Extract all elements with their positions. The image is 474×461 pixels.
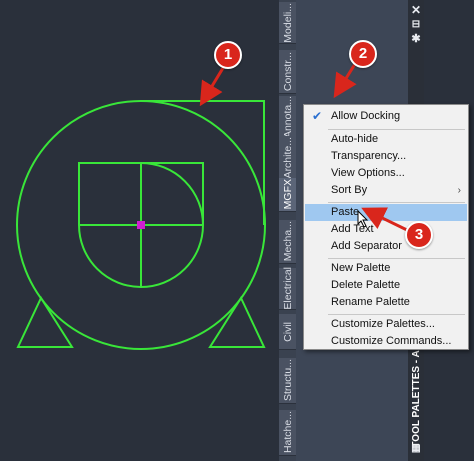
- menu-item-rename-palette[interactable]: Rename Palette: [305, 294, 467, 311]
- menu-item-customize-palettes[interactable]: Customize Palettes...: [305, 316, 467, 333]
- menu-item-customize-commands[interactable]: Customize Commands...: [305, 333, 467, 350]
- menu-item-new-palette[interactable]: New Palette: [305, 260, 467, 277]
- menu-item-view-options[interactable]: View Options...: [305, 165, 467, 182]
- tab-architectural[interactable]: Archite...: [279, 136, 296, 180]
- tab-modeling[interactable]: Modeli...: [279, 2, 296, 44]
- callout-number: 3: [414, 226, 424, 243]
- menu-item-sort-by[interactable]: Sort By ›: [305, 182, 467, 199]
- tab-label: Constr...: [281, 51, 294, 92]
- mouse-cursor-icon: [357, 210, 369, 228]
- menu-label: Sort By: [331, 184, 368, 196]
- menu-label: Rename Palette: [331, 296, 410, 308]
- menu-label: New Palette: [331, 262, 391, 274]
- menu-label: View Options...: [331, 167, 405, 179]
- quarter-arc-top-right[interactable]: [140, 162, 204, 226]
- callout-number: 2: [358, 45, 368, 62]
- callout-badge-3: 3: [405, 221, 433, 249]
- properties-icon[interactable]: ▦: [408, 442, 424, 456]
- tab-hatches[interactable]: Hatche...: [279, 410, 296, 456]
- callout-badge-1: 1: [214, 41, 242, 69]
- tab-mgfx[interactable]: MGFX: [279, 178, 296, 212]
- tab-label: Modeli...: [281, 2, 294, 43]
- tab-label: MGFX: [281, 179, 294, 210]
- menu-item-add-separator[interactable]: Add Separator: [305, 238, 467, 255]
- menu-label: Add Separator: [331, 240, 402, 252]
- tab-label: Electrical: [281, 267, 294, 310]
- tab-label: Mecha...: [281, 221, 294, 262]
- menu-item-transparency[interactable]: Transparency...: [305, 148, 467, 165]
- context-menu: ✔ Allow Docking Auto-hide Transparency..…: [303, 104, 469, 350]
- menu-label: Transparency...: [331, 150, 407, 162]
- menu-label: Customize Palettes...: [331, 318, 435, 330]
- tab-label: Archite...: [281, 136, 294, 179]
- tab-civil[interactable]: Civil: [279, 314, 296, 350]
- menu-label: Customize Commands...: [331, 335, 452, 347]
- tab-mechanical[interactable]: Mecha...: [279, 220, 296, 264]
- menu-separator: [328, 202, 465, 203]
- menu-separator: [328, 258, 465, 259]
- menu-label: Paste: [331, 206, 360, 218]
- menu-label: Delete Palette: [331, 279, 401, 291]
- menu-label: Auto-hide: [331, 133, 379, 145]
- menu-item-paste[interactable]: Paste: [305, 204, 467, 221]
- close-icon[interactable]: ✕: [408, 3, 424, 17]
- tab-constraints[interactable]: Constr...: [279, 50, 296, 94]
- tab-annotation[interactable]: Annota...: [279, 96, 296, 140]
- callout-badge-2: 2: [349, 40, 377, 68]
- gear-icon[interactable]: ✱: [408, 32, 424, 46]
- tab-label: Structu...: [281, 359, 294, 402]
- palette-title: TOOL PALETTES - ALL: [409, 338, 423, 448]
- tab-label: Civil: [281, 321, 294, 342]
- menu-label: Allow Docking: [331, 110, 401, 122]
- tab-label: Annota...: [281, 96, 294, 139]
- menu-item-allow-docking[interactable]: ✔ Allow Docking: [305, 108, 467, 125]
- menu-separator: [328, 314, 465, 315]
- submenu-arrow-icon: ›: [457, 185, 461, 196]
- menu-separator: [328, 129, 465, 130]
- pin-icon[interactable]: ⊟: [408, 18, 424, 32]
- menu-item-delete-palette[interactable]: Delete Palette: [305, 277, 467, 294]
- menu-item-add-text[interactable]: Add Text: [305, 221, 467, 238]
- palette-title-text: TOOL PALETTES - ALL: [410, 338, 422, 448]
- drawing-canvas[interactable]: [0, 0, 279, 461]
- tab-label: Hatche...: [281, 411, 294, 454]
- tab-structural[interactable]: Structu...: [279, 358, 296, 404]
- callout-number: 1: [223, 46, 233, 63]
- checkmark-icon: ✔: [312, 109, 323, 123]
- tab-electrical[interactable]: Electrical: [279, 267, 296, 310]
- center-grip[interactable]: [137, 221, 145, 229]
- menu-item-auto-hide[interactable]: Auto-hide: [305, 131, 467, 148]
